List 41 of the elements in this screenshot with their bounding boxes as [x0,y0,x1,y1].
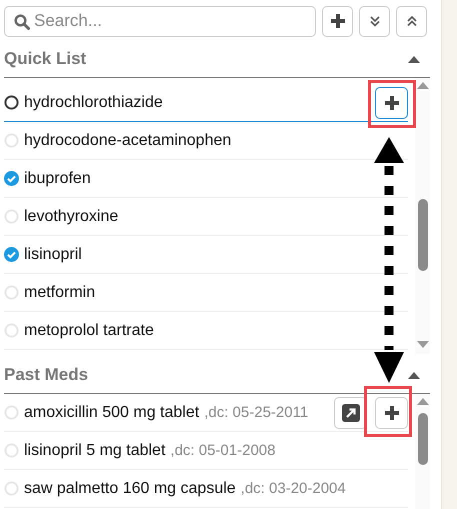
add-button[interactable] [375,396,408,428]
radio-circle-icon[interactable] [4,95,19,110]
discontinued-date: ,dc: 05-01-2008 [170,442,276,459]
expand-all-button[interactable] [359,6,390,36]
add-button[interactable] [322,6,353,36]
medication-name[interactable]: hydrocodone-acetaminophen [24,132,232,150]
medication-name[interactable]: ibuprofen [24,170,91,188]
plus-icon [384,94,400,110]
arrow-out-icon [342,404,360,422]
scrollbar[interactable] [415,78,430,354]
double-chevron-down-icon [368,14,382,28]
medication-name[interactable]: amoxicillin 500 mg tablet [24,404,200,422]
scrollbar-thumb[interactable] [418,199,428,271]
section-title: Quick List [4,49,86,69]
highlight-frame [364,386,412,437]
medication-name[interactable]: metoprolol tartrate [24,322,154,340]
scrollbar[interactable] [415,394,430,509]
medication-name[interactable]: metformin [24,284,96,302]
checked-icon[interactable] [4,171,19,186]
medication-name[interactable]: hydrochlorothiazide [24,94,163,112]
double-chevron-up-icon [404,14,418,28]
highlight-frame [368,80,416,128]
search-field[interactable]: Search... [4,6,316,36]
plus-icon [384,404,400,420]
collapse-icon[interactable] [408,56,420,62]
plus-icon [330,13,346,29]
medication-name[interactable]: lisinopril [24,246,82,264]
checked-icon[interactable] [4,247,19,262]
collapse-all-button[interactable] [396,6,427,36]
medication-name[interactable]: levothyroxine [24,208,118,226]
scroll-up-icon[interactable] [416,398,429,405]
scroll-down-icon[interactable] [416,341,429,348]
scrollbar-thumb[interactable] [418,413,428,465]
discontinued-date: ,dc: 03-20-2004 [240,480,346,497]
add-button[interactable] [375,86,408,118]
medication-name[interactable]: lisinopril 5 mg tablet [24,442,166,460]
discontinued-date: ,dc: 05-25-2011 [204,404,308,421]
medication-name[interactable]: saw palmetto 160 mg capsule [24,480,236,498]
collapse-icon[interactable] [408,372,420,378]
scroll-up-icon[interactable] [416,82,429,89]
section-title: Past Meds [4,365,88,385]
